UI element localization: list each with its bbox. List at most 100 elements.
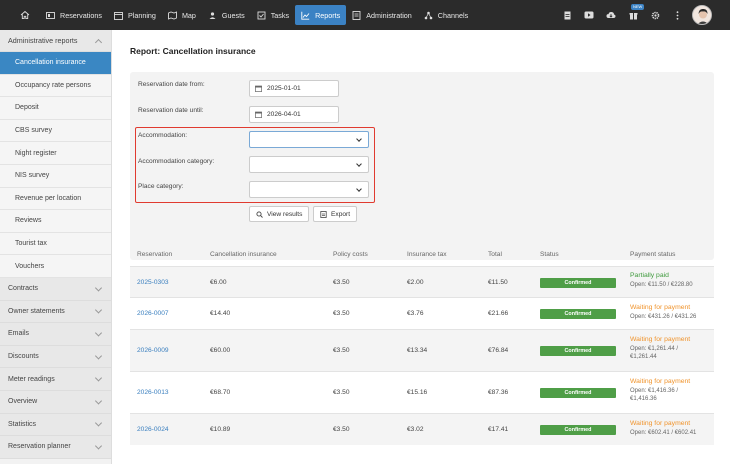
sidebar-item-discounts[interactable]: Discounts	[0, 345, 111, 369]
sidebar-item-label: Discounts	[8, 353, 39, 361]
nav-reports[interactable]: Reports	[295, 5, 347, 25]
sidebar-subitem-revenue-per-location[interactable]: Revenue per location	[0, 187, 111, 211]
sidebar-item-statistics[interactable]: Statistics	[0, 413, 111, 437]
column-header: Payment status	[630, 251, 676, 258]
reports-icon	[301, 11, 310, 20]
sidebar-subitem-cbs-survey[interactable]: CBS survey	[0, 119, 111, 143]
payment-status-title: Waiting for payment	[630, 378, 691, 385]
view-results-button[interactable]: View results	[249, 206, 310, 222]
sidebar-subitem-nis-survey[interactable]: NIS survey	[0, 164, 111, 188]
accommodation-select[interactable]	[249, 131, 369, 148]
sidebar-item-emails[interactable]: Emails	[0, 323, 111, 346]
place-category-select[interactable]	[249, 181, 369, 198]
gear-icon[interactable]	[650, 10, 660, 20]
document-icon[interactable]	[562, 10, 572, 20]
status-badge: Confirmed	[540, 346, 616, 356]
nav-reservations[interactable]: Reservations	[40, 5, 108, 25]
payment-status: Waiting for payment Open: €602.41 / €602…	[630, 420, 714, 437]
chevron-down-icon	[94, 351, 103, 360]
insurance-value: €68.70	[210, 389, 231, 396]
reservation-link[interactable]: 2026-0013	[137, 389, 169, 396]
total-value: €21.66	[488, 310, 509, 317]
reservation-link[interactable]: 2026-0007	[137, 310, 169, 317]
insurance-tax-value: €3.02	[407, 426, 424, 433]
nav-administration[interactable]: Administration	[346, 5, 418, 25]
table-row: 2026-0013 €68.70 €3.50 €15.16 €87.36 Con…	[130, 371, 714, 413]
sidebar-section-administrative-reports[interactable]: Administrative reports	[0, 30, 111, 52]
sidebar-item-label: Reservation planner	[8, 443, 71, 451]
sidebar-subitem-tourist-tax[interactable]: Tourist tax	[0, 232, 111, 256]
reservation-link[interactable]: 2026-0024	[137, 426, 169, 433]
table-row: 2025-0303 €6.00 €3.50 €2.00 €11.50 Confi…	[130, 266, 714, 297]
sidebar-subitem-vouchers[interactable]: Vouchers	[0, 255, 111, 278]
sidebar-subitem-night-register[interactable]: Night register	[0, 142, 111, 165]
sidebar-item-contracts[interactable]: Contracts	[0, 277, 111, 301]
chevron-down-icon	[94, 306, 103, 314]
chevron-down-icon	[94, 442, 103, 450]
insurance-tax-value: €2.00	[407, 279, 424, 286]
home-icon[interactable]	[18, 8, 32, 22]
gift-icon[interactable]: NEW	[628, 4, 645, 20]
place-category-label: Place category:	[138, 183, 184, 190]
payment-status-title: Waiting for payment	[630, 420, 691, 427]
nav-guests[interactable]: Guests	[202, 5, 251, 25]
date-until-input[interactable]: 2026-04-01	[249, 106, 339, 123]
reservations-icon	[46, 11, 55, 20]
sidebar-section-label: Administrative reports	[8, 36, 78, 45]
status-badge: Confirmed	[540, 425, 616, 435]
payment-open-amount: Open: €11.50 / €228.80	[630, 282, 693, 288]
chevron-down-icon	[94, 329, 103, 337]
sidebar-item-label: Statistics	[8, 420, 37, 428]
column-header: Total	[488, 251, 502, 258]
insurance-value: €14.40	[210, 310, 231, 317]
nav-map[interactable]: Map	[162, 5, 202, 25]
sidebar-item-reservation-planner[interactable]: Reservation planner	[0, 436, 111, 459]
accommodation-category-select[interactable]	[249, 156, 369, 173]
sidebar-item-overview[interactable]: Overview	[0, 390, 111, 414]
payment-status-title: Waiting for payment	[630, 336, 691, 343]
total-value: €87.36	[488, 389, 509, 396]
date-until-value: 2026-04-01	[267, 111, 301, 118]
total-value: €17.41	[488, 426, 509, 433]
policy-costs-value: €3.50	[333, 310, 350, 317]
sidebar-item-label: Meter readings	[8, 375, 55, 383]
reservation-link[interactable]: 2025-0303	[137, 279, 169, 286]
page-title: Report: Cancellation insurance	[130, 46, 256, 56]
accommodation-category-label: Accommodation category:	[138, 158, 215, 165]
sidebar-item-meter-readings[interactable]: Meter readings	[0, 368, 111, 391]
search-icon	[256, 210, 263, 218]
accommodation-label: Accommodation:	[138, 132, 188, 139]
sidebar-item-owner-statements[interactable]: Owner statements	[0, 300, 111, 324]
sidebar-subitem-cancellation-insurance[interactable]: Cancellation insurance	[0, 52, 111, 75]
sidebar-item-label: Overview	[8, 398, 38, 406]
table-header: Reservation Cancellation insurance Polic…	[130, 242, 714, 266]
payment-status: Waiting for payment Open: €1,416.36 / €1…	[630, 378, 714, 403]
reservation-link[interactable]: 2026-0009	[137, 347, 169, 354]
insurance-value: €60.00	[210, 347, 231, 354]
payment-open-amount: Open: €1,261.44 / €1,261.44	[630, 346, 679, 360]
channels-icon	[424, 11, 433, 20]
insurance-tax-value: €15.16	[407, 389, 428, 396]
map-icon	[167, 10, 177, 20]
payment-status: Waiting for payment Open: €1,261.44 / €1…	[630, 336, 714, 361]
nav-channels[interactable]: Channels	[418, 5, 474, 25]
date-from-value: 2025-01-01	[267, 85, 301, 92]
user-avatar[interactable]	[692, 5, 712, 25]
cloud-download-icon[interactable]	[606, 10, 616, 20]
sidebar-subitem-reviews[interactable]: Reviews	[0, 210, 111, 233]
calendar-icon	[255, 111, 262, 118]
sidebar-subitem-occupancy-rate-persons[interactable]: Occupancy rate persons	[0, 74, 111, 98]
column-header: Cancellation insurance	[210, 251, 277, 258]
date-from-input[interactable]: 2025-01-01	[249, 80, 339, 97]
video-icon[interactable]	[584, 10, 594, 20]
nav-tasks-label: Tasks	[270, 10, 290, 20]
column-header: Insurance tax	[407, 251, 447, 258]
export-button[interactable]: Export	[313, 206, 358, 222]
more-options-icon[interactable]	[672, 10, 682, 20]
nav-planning-label: Planning	[127, 10, 156, 20]
nav-tasks[interactable]: Tasks	[251, 5, 295, 25]
policy-costs-value: €3.50	[333, 347, 350, 354]
nav-planning[interactable]: Planning	[108, 5, 162, 25]
sidebar-subitem-deposit[interactable]: Deposit	[0, 97, 111, 120]
nav-reservations-label: Reservations	[60, 10, 102, 20]
